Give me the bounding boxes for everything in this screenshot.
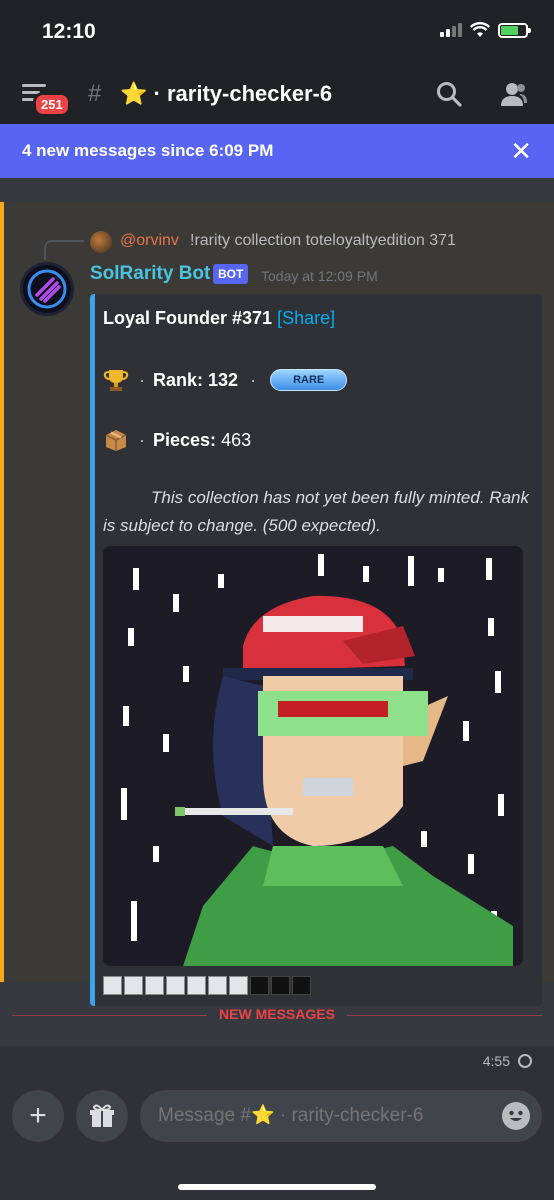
rarity-embed: Loyal Founder #371 [Share] · Rank: 132 ·…: [90, 294, 542, 1006]
hash-icon: #: [88, 80, 102, 107]
progress-square: [166, 976, 185, 995]
status-time: 12:10: [42, 20, 96, 43]
nft-pixel-art: [103, 546, 523, 966]
plus-icon: +: [29, 1099, 47, 1132]
progress-bar: [103, 976, 311, 995]
share-link[interactable]: [Share]: [277, 308, 335, 328]
new-messages-label: NEW MESSAGES: [207, 1006, 347, 1022]
star-emoji: ⭐: [120, 81, 148, 106]
rank-value: 132: [208, 369, 239, 390]
progress-square: [124, 976, 143, 995]
emoji-picker-icon[interactable]: [502, 1102, 530, 1130]
progress-square: [229, 976, 248, 995]
mint-notice: This collection has not yet been fully m…: [103, 488, 529, 535]
separator-dot: ·: [250, 369, 257, 390]
rarity-badge: RARE: [270, 369, 348, 391]
new-messages-divider: NEW MESSAGES: [0, 1006, 554, 1024]
reply-username[interactable]: @orvinv: [120, 232, 179, 250]
progress-square: [187, 976, 206, 995]
progress-square: [103, 976, 122, 995]
avatar[interactable]: [20, 262, 74, 316]
mention-highlight: @orvinv !rarity collection toteloyaltyed…: [0, 202, 554, 1006]
wifi-icon: [470, 22, 490, 37]
separator-dot: ·: [139, 429, 145, 450]
reply-avatar[interactable]: [90, 231, 112, 253]
pieces-value: 463: [221, 429, 252, 450]
progress-square: [292, 976, 311, 995]
embed-title-text: Loyal Founder #371: [103, 308, 273, 328]
gift-icon: [90, 1104, 114, 1127]
embed-title: Loyal Founder #371 [Share]: [103, 308, 335, 329]
channel-header: 251 # ⭐ · rarity-checker-6: [0, 64, 554, 124]
separator-dot: ·: [139, 369, 145, 390]
trophy-icon: [103, 370, 129, 391]
home-indicator: [178, 1184, 376, 1190]
pieces-label: Pieces:: [153, 429, 217, 450]
slowmode-time: 4:55: [482, 1053, 510, 1069]
rank-label: Rank:: [153, 369, 204, 390]
progress-square: [145, 976, 164, 995]
progress-square: [250, 976, 269, 995]
package-icon: [105, 430, 127, 451]
pieces-line: · Pieces: 463: [103, 428, 251, 452]
bot-badge: BOT: [213, 264, 249, 284]
gift-button[interactable]: [76, 1090, 128, 1142]
unread-badge: 251: [33, 92, 71, 117]
nft-image[interactable]: [103, 546, 523, 966]
channel-title[interactable]: ⭐ · rarity-checker-6: [120, 81, 332, 107]
status-icons: [440, 22, 531, 38]
message-list[interactable]: @orvinv !rarity collection toteloyaltyed…: [0, 178, 554, 1078]
battery-icon: [498, 22, 531, 38]
add-attachment-button[interactable]: +: [12, 1090, 64, 1142]
reply-connector: [44, 240, 84, 260]
signal-icon: [440, 23, 462, 37]
message-input[interactable]: [140, 1090, 542, 1142]
search-icon[interactable]: [436, 81, 462, 107]
composer: +: [0, 1078, 554, 1200]
members-icon[interactable]: [500, 81, 528, 107]
status-bar: 12:10: [0, 0, 554, 64]
slowmode-strip: 4:55: [0, 1046, 554, 1078]
stopwatch-icon: [518, 1054, 532, 1068]
channel-name: · rarity-checker-6: [153, 81, 333, 106]
author-name[interactable]: SolRarity Bot: [90, 263, 210, 285]
smile-icon: [509, 1110, 523, 1121]
reply-text[interactable]: !rarity collection toteloyaltyedition 37…: [190, 232, 456, 250]
rank-line: · Rank: 132 · RARE: [103, 368, 348, 392]
progress-square: [271, 976, 290, 995]
solrarity-logo-icon: [27, 269, 67, 309]
message-timestamp: Today at 12:09 PM: [261, 268, 378, 284]
progress-square: [208, 976, 227, 995]
close-icon[interactable]: ✕: [510, 136, 532, 167]
new-messages-text: 4 new messages since 6:09 PM: [22, 141, 274, 160]
new-messages-banner[interactable]: 4 new messages since 6:09 PM ✕: [0, 124, 554, 178]
